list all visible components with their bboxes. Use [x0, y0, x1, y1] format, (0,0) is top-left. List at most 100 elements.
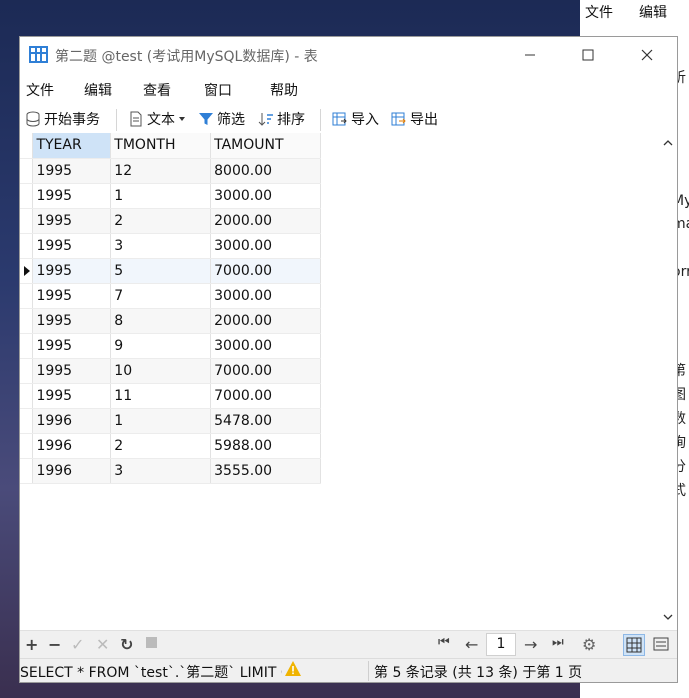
table-cell-tyear[interactable]: 1995 — [32, 183, 112, 209]
table-cell-tyear[interactable]: 1996 — [32, 433, 112, 459]
warning-icon[interactable] — [284, 660, 302, 678]
row-selector[interactable] — [20, 283, 34, 309]
table-cell-tyear[interactable]: 1995 — [32, 258, 112, 284]
row-selector[interactable] — [20, 358, 34, 384]
table-cell-tyear[interactable]: 1995 — [32, 283, 112, 309]
discard-changes-icon[interactable]: ✕ — [96, 635, 109, 654]
table-cell-tmonth[interactable]: 5 — [110, 258, 212, 284]
table-cell-tmonth[interactable]: 10 — [110, 358, 212, 384]
row-selector[interactable] — [20, 308, 34, 334]
first-page-icon[interactable]: ⏮ — [438, 635, 450, 650]
table-row[interactable]: 1995 2 2000.00 — [20, 208, 321, 234]
table-row[interactable]: 1995 9 3000.00 — [20, 333, 321, 359]
table-row[interactable]: 1995 10 7000.00 — [20, 358, 321, 384]
maximize-button[interactable] — [565, 37, 611, 73]
filter-button[interactable]: 筛选 — [198, 109, 245, 129]
close-button[interactable] — [624, 37, 670, 73]
next-page-icon[interactable]: → — [524, 635, 537, 654]
page-number-input[interactable]: 1 — [486, 633, 516, 656]
bg-menu-edit[interactable]: 编辑 — [639, 2, 667, 22]
table-cell-tmonth[interactable]: 2 — [110, 433, 212, 459]
table-cell-tmonth[interactable]: 3 — [110, 458, 212, 484]
previous-page-icon[interactable]: ← — [465, 635, 478, 654]
last-page-icon[interactable]: ⏭ — [552, 635, 564, 650]
table-cell-tmonth[interactable]: 1 — [110, 183, 212, 209]
text-view-button[interactable]: 文本 — [128, 109, 186, 129]
table-cell-tamount[interactable]: 2000.00 — [210, 208, 321, 234]
table-cell-tyear[interactable]: 1995 — [32, 383, 112, 409]
row-selector[interactable] — [20, 408, 34, 434]
table-cell-tamount[interactable]: 8000.00 — [210, 158, 321, 184]
begin-transaction-button[interactable]: 开始事务 — [25, 109, 100, 129]
export-button[interactable]: 导出 — [391, 109, 438, 129]
table-cell-tyear[interactable]: 1995 — [32, 208, 112, 234]
table-cell-tamount[interactable]: 5988.00 — [210, 433, 321, 459]
apply-changes-icon[interactable]: ✓ — [71, 635, 84, 654]
table-cell-tmonth[interactable]: 8 — [110, 308, 212, 334]
row-selector[interactable] — [20, 433, 34, 459]
table-cell-tyear[interactable]: 1995 — [32, 358, 112, 384]
table-cell-tamount[interactable]: 7000.00 — [210, 383, 321, 409]
table-cell-tyear[interactable]: 1996 — [32, 408, 112, 434]
table-cell-tamount[interactable]: 3555.00 — [210, 458, 321, 484]
table-row[interactable]: 1995 3 3000.00 — [20, 233, 321, 259]
table-row[interactable]: 1996 1 5478.00 — [20, 408, 321, 434]
scroll-up-icon[interactable] — [663, 139, 673, 147]
table-cell-tamount[interactable]: 3000.00 — [210, 283, 321, 309]
sort-button[interactable]: 排序 — [258, 109, 305, 129]
menu-window[interactable]: 窗口 — [204, 80, 232, 100]
table-cell-tmonth[interactable]: 12 — [110, 158, 212, 184]
table-row[interactable]: 1996 3 3555.00 — [20, 458, 321, 484]
row-selector[interactable] — [20, 333, 34, 359]
table-cell-tamount[interactable]: 7000.00 — [210, 358, 321, 384]
form-view-button[interactable] — [652, 635, 670, 657]
table-row[interactable]: 1995 1 3000.00 — [20, 183, 321, 209]
table-cell-tyear[interactable]: 1996 — [32, 458, 112, 484]
table-row[interactable]: 1995 12 8000.00 — [20, 158, 321, 184]
table-cell-tmonth[interactable]: 7 — [110, 283, 212, 309]
import-button[interactable]: 导入 — [332, 109, 379, 129]
table-row[interactable]: 1995 7 3000.00 — [20, 283, 321, 309]
table-cell-tamount[interactable]: 3000.00 — [210, 183, 321, 209]
add-record-icon[interactable]: + — [25, 635, 38, 654]
stop-icon[interactable] — [146, 637, 157, 648]
menu-file[interactable]: 文件 — [26, 80, 54, 100]
bg-menu-file[interactable]: 文件 — [585, 2, 613, 22]
row-selector[interactable] — [20, 183, 34, 209]
title-bar[interactable]: 第二题 @test (考试用MySQL数据库) - 表 — [20, 37, 677, 73]
column-header-tmonth[interactable]: TMONTH — [110, 133, 212, 159]
table-cell-tmonth[interactable]: 11 — [110, 383, 212, 409]
settings-gear-icon[interactable]: ⚙ — [582, 635, 596, 654]
scroll-down-icon[interactable] — [663, 613, 673, 621]
table-cell-tmonth[interactable]: 2 — [110, 208, 212, 234]
table-cell-tamount[interactable]: 7000.00 — [210, 258, 321, 284]
row-selector[interactable] — [20, 208, 34, 234]
row-selector[interactable] — [20, 158, 34, 184]
menu-view[interactable]: 查看 — [143, 80, 171, 100]
table-cell-tmonth[interactable]: 9 — [110, 333, 212, 359]
table-cell-tyear[interactable]: 1995 — [32, 233, 112, 259]
table-cell-tamount[interactable]: 5478.00 — [210, 408, 321, 434]
table-row[interactable]: 1995 5 7000.00 — [20, 258, 321, 284]
menu-edit[interactable]: 编辑 — [84, 80, 112, 100]
table-cell-tamount[interactable]: 3000.00 — [210, 233, 321, 259]
table-cell-tamount[interactable]: 2000.00 — [210, 308, 321, 334]
table-cell-tamount[interactable]: 3000.00 — [210, 333, 321, 359]
grid-view-button[interactable] — [623, 634, 645, 656]
table-row[interactable]: 1995 8 2000.00 — [20, 308, 321, 334]
column-header-tyear[interactable]: TYEAR — [32, 133, 112, 159]
delete-record-icon[interactable]: − — [48, 635, 61, 654]
table-row[interactable]: 1995 11 7000.00 — [20, 383, 321, 409]
menu-help[interactable]: 帮助 — [270, 80, 298, 100]
table-cell-tmonth[interactable]: 1 — [110, 408, 212, 434]
row-selector[interactable] — [20, 458, 34, 484]
table-cell-tyear[interactable]: 1995 — [32, 308, 112, 334]
minimize-button[interactable] — [507, 37, 553, 73]
refresh-icon[interactable]: ↻ — [120, 635, 133, 654]
table-cell-tmonth[interactable]: 3 — [110, 233, 212, 259]
grid-vertical-scrollbar[interactable] — [659, 133, 677, 628]
row-selector[interactable] — [20, 383, 34, 409]
table-row[interactable]: 1996 2 5988.00 — [20, 433, 321, 459]
table-cell-tyear[interactable]: 1995 — [32, 333, 112, 359]
row-selector[interactable] — [20, 233, 34, 259]
